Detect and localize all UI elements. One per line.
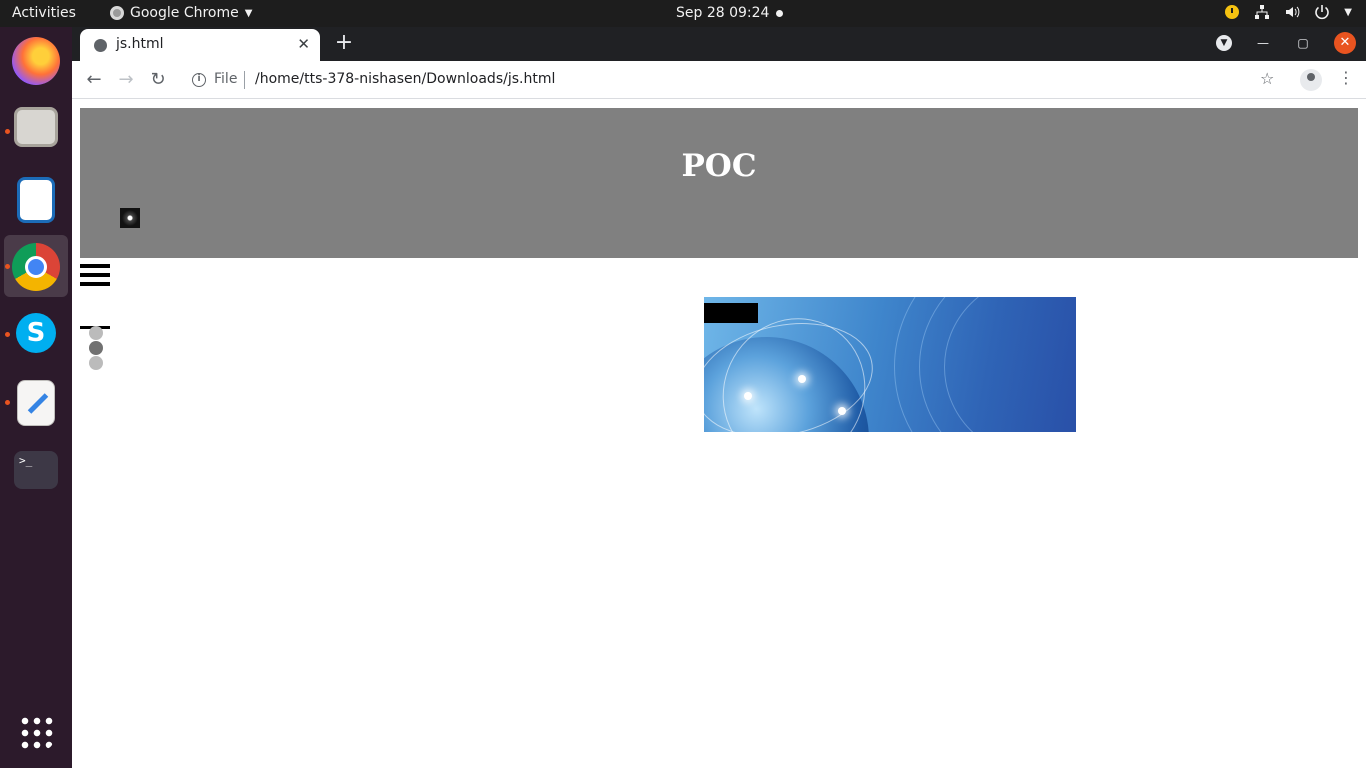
close-tab-icon[interactable]: ✕	[297, 35, 310, 53]
volume-icon[interactable]	[1284, 4, 1300, 20]
clock[interactable]: Sep 28 09:24	[676, 5, 769, 21]
reload-icon[interactable]: ↻	[146, 68, 170, 92]
decor-arc	[944, 297, 1076, 432]
image-overlay-block	[704, 303, 758, 323]
hamburger-menu-icon[interactable]	[80, 264, 110, 291]
network-node	[838, 407, 846, 415]
carousel-dots	[80, 326, 110, 376]
dock: S >_	[0, 27, 72, 768]
tab-js-html[interactable]: js.html ✕	[80, 29, 320, 61]
page-title: POC	[681, 148, 757, 184]
profile-avatar-icon[interactable]	[1300, 69, 1322, 91]
system-tray[interactable]: ▼	[1224, 4, 1352, 20]
power-icon[interactable]	[1314, 4, 1330, 20]
globe-icon	[94, 39, 107, 52]
app-grid-icon[interactable]	[19, 715, 53, 749]
network-node	[798, 375, 806, 383]
page-viewport: POC	[72, 99, 1366, 768]
running-indicator	[5, 332, 10, 337]
url-text[interactable]: /home/tts-378-nishasen/Downloads/js.html	[255, 71, 555, 87]
app-menu[interactable]: Google Chrome ▼	[110, 5, 252, 21]
network-icon[interactable]	[1254, 4, 1270, 20]
running-indicator	[5, 400, 10, 405]
chrome-icon[interactable]	[12, 243, 60, 291]
system-top-bar: Activities Google Chrome ▼ Sep 28 09:24 …	[0, 0, 1366, 27]
notification-dot-icon	[776, 10, 783, 17]
carousel-dot[interactable]	[89, 326, 103, 340]
carousel-dot[interactable]	[89, 341, 103, 355]
carousel-dot[interactable]	[89, 356, 103, 370]
chevron-down-icon[interactable]: ▼	[1344, 7, 1352, 18]
app-menu-label: Google Chrome	[130, 5, 239, 21]
kebab-menu-icon[interactable]: ⋮	[1338, 68, 1354, 87]
tab-title: js.html	[116, 36, 164, 52]
text-editor-icon[interactable]	[17, 380, 55, 426]
globe-network-image	[704, 297, 1076, 432]
maximize-icon[interactable]: ▢	[1294, 34, 1312, 52]
address-bar[interactable]: i File /home/tts-378-nishasen/Downloads/…	[180, 65, 1280, 95]
firefox-icon[interactable]	[12, 37, 60, 85]
chevron-down-icon: ▼	[244, 7, 253, 19]
logo-thumbnail[interactable]	[120, 208, 140, 228]
libreoffice-impress-icon[interactable]	[17, 177, 55, 223]
running-indicator	[5, 129, 10, 134]
activities-button[interactable]: Activities	[12, 5, 76, 21]
tab-strip: js.html ✕ + ▼ — ▢ ✕	[72, 27, 1366, 61]
bookmark-star-icon[interactable]: ☆	[1260, 69, 1274, 88]
window-controls: ▼ — ▢ ✕	[1216, 32, 1356, 54]
chrome-icon	[110, 6, 124, 20]
url-scheme-chip[interactable]: File	[214, 71, 237, 87]
new-tab-button[interactable]: +	[332, 31, 356, 55]
minimize-icon[interactable]: —	[1254, 34, 1272, 52]
divider	[244, 71, 245, 89]
skype-icon[interactable]: S	[16, 313, 56, 353]
close-window-icon[interactable]: ✕	[1334, 32, 1356, 54]
browser-toolbar: ← → ↻ i File /home/tts-378-nishasen/Down…	[72, 61, 1366, 99]
info-icon[interactable]: i	[192, 73, 206, 87]
network-node	[744, 392, 752, 400]
running-indicator	[5, 264, 10, 269]
tab-search-icon[interactable]: ▼	[1216, 35, 1232, 51]
back-arrow-icon[interactable]: ←	[82, 68, 106, 92]
forward-arrow-icon[interactable]: →	[114, 68, 138, 92]
files-icon[interactable]	[14, 107, 58, 147]
terminal-icon[interactable]: >_	[14, 451, 58, 489]
update-notifier-icon[interactable]	[1224, 4, 1240, 20]
header-banner: POC	[80, 108, 1358, 258]
